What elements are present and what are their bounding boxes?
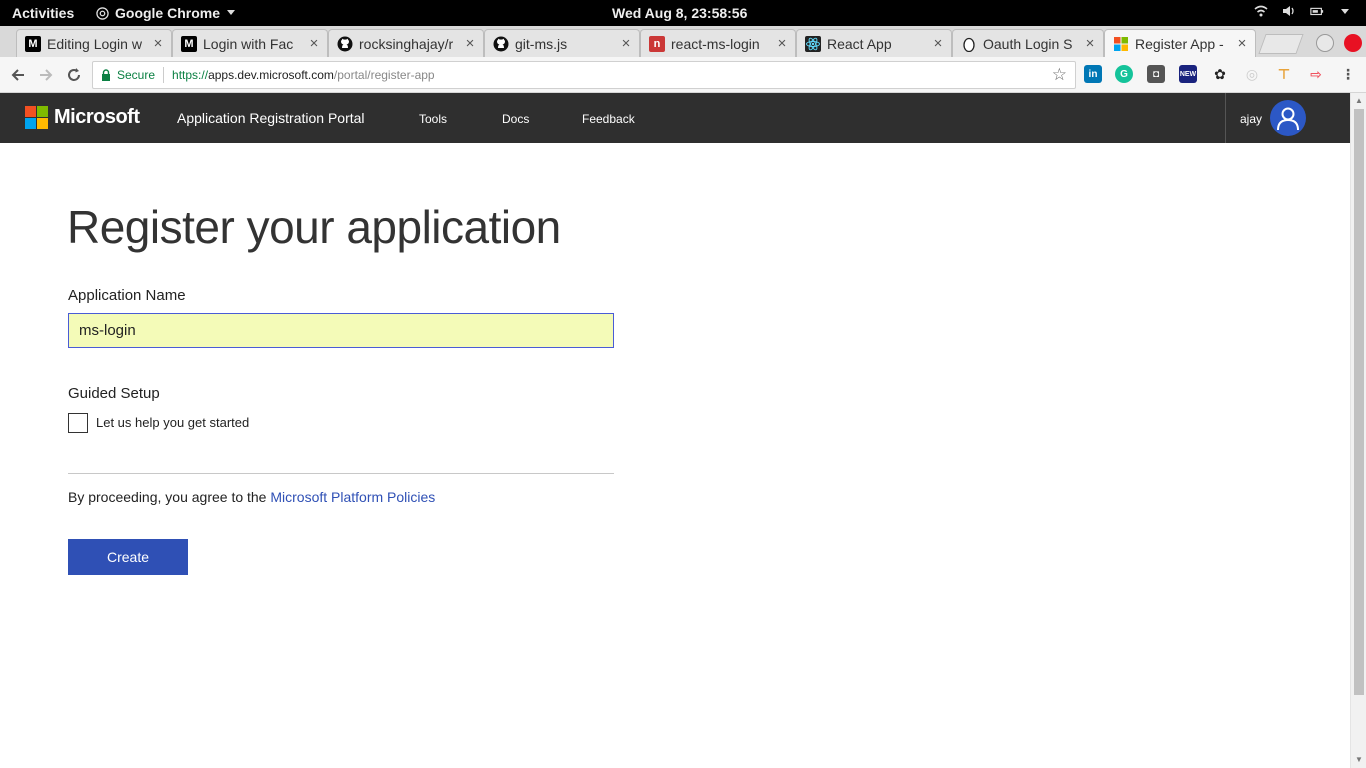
wifi-icon <box>1254 5 1268 17</box>
browser-tab[interactable]: Oauth Login S × <box>952 29 1104 57</box>
microsoft-logo-icon <box>25 106 48 129</box>
tab-title: Register App - <box>1135 35 1224 52</box>
tab-title: git-ms.js <box>515 35 568 52</box>
brand-name: Microsoft <box>54 106 140 128</box>
tab-title: rocksinghajay/r <box>359 35 454 52</box>
agreement-text: By proceeding, you agree to the Microsof… <box>68 489 435 505</box>
browser-tab[interactable]: rocksinghajay/r × <box>328 29 484 57</box>
secure-label: Secure <box>117 68 156 82</box>
scrollbar-thumb[interactable] <box>1354 109 1364 695</box>
linkedin-extension-icon[interactable]: in <box>1084 65 1102 83</box>
gnome-extension-icon[interactable]: ✿ <box>1211 65 1229 83</box>
bookmark-star-icon[interactable]: ☆ <box>1052 65 1067 85</box>
power-menu-caret-icon <box>1341 9 1349 14</box>
close-tab-icon[interactable]: × <box>307 35 321 52</box>
github-icon <box>493 36 509 52</box>
activities-button[interactable]: Activities <box>12 5 74 21</box>
portal-title-link[interactable]: Application Registration Portal <box>177 110 365 126</box>
close-tab-icon[interactable]: × <box>1083 35 1097 52</box>
secure-indicator[interactable]: Secure <box>101 68 155 82</box>
user-menu[interactable]: ajay <box>1225 93 1350 143</box>
react-icon <box>805 35 821 52</box>
medium-favicon-icon: M <box>181 35 197 52</box>
platform-policies-link[interactable]: Microsoft Platform Policies <box>270 489 435 505</box>
github-icon <box>337 36 353 52</box>
browser-tab[interactable]: M Login with Fac × <box>172 29 328 57</box>
avatar-user-icon <box>1270 100 1306 136</box>
browser-tab[interactable]: M Editing Login w × <box>16 29 172 57</box>
ms-header: Microsoft Application Registration Porta… <box>0 93 1350 143</box>
guided-setup-checkbox[interactable] <box>68 413 88 433</box>
user-name: ajay <box>1240 112 1263 126</box>
browser-tab[interactable]: React App × <box>796 29 952 57</box>
app-name-label: Application Name <box>68 287 186 304</box>
page-title: Register your application <box>67 201 561 253</box>
address-bar[interactable]: Secure https://apps.dev.microsoft.com/po… <box>92 61 1076 89</box>
app-name-input[interactable] <box>68 313 614 348</box>
url-scheme: https:// <box>172 68 209 82</box>
page-scrollbar[interactable]: ▲ ▼ <box>1350 93 1366 768</box>
caret-down-icon <box>227 10 236 15</box>
tab-title: Oauth Login S <box>983 35 1073 52</box>
app-menu-label: Google Chrome <box>115 5 221 21</box>
nav-docs[interactable]: Docs <box>502 112 529 126</box>
divider <box>68 473 614 474</box>
browser-tab[interactable]: git-ms.js × <box>484 29 640 57</box>
create-button[interactable]: Create <box>68 539 188 575</box>
scroll-down-icon[interactable]: ▼ <box>1355 755 1363 764</box>
browser-tab-active[interactable]: Register App - × <box>1104 29 1256 57</box>
browser-tab-strip: M Editing Login w × M Login with Fac × r… <box>0 26 1366 57</box>
microsoft-icon <box>1113 36 1129 52</box>
keep-extension-icon[interactable]: ◘ <box>1147 65 1165 83</box>
hammer-extension-icon[interactable]: ⊤ <box>1275 65 1293 83</box>
news-extension-icon[interactable]: NEW <box>1179 65 1197 83</box>
guided-setup-checkbox-label[interactable]: Let us help you get started <box>96 415 249 430</box>
medium-favicon-icon: M <box>25 35 41 52</box>
chrome-app-icon <box>96 6 109 20</box>
close-tab-icon[interactable]: × <box>775 35 789 52</box>
volume-icon <box>1283 6 1294 16</box>
window-menu-icon[interactable] <box>1316 34 1334 52</box>
app-menu[interactable]: Google Chrome <box>96 5 236 21</box>
page-content: Microsoft Application Registration Porta… <box>0 93 1350 768</box>
nav-feedback[interactable]: Feedback <box>582 112 635 126</box>
close-window-icon[interactable] <box>1344 34 1362 52</box>
close-tab-icon[interactable]: × <box>931 35 945 52</box>
forward-icon[interactable] <box>34 63 58 87</box>
close-tab-icon[interactable]: × <box>151 35 165 52</box>
system-tray[interactable] <box>1254 4 1352 18</box>
browser-menu-icon[interactable]: ⋮ <box>1339 65 1357 83</box>
url-path: /portal/register-app <box>333 68 435 82</box>
address-separator <box>163 67 165 83</box>
microsoft-logo[interactable]: Microsoft <box>25 106 140 129</box>
tab-title: Editing Login w <box>47 35 142 52</box>
agreement-prefix: By proceeding, you agree to the <box>68 489 271 505</box>
tab-title: Login with Fac <box>203 35 294 52</box>
guided-setup-label: Guided Setup <box>68 385 160 402</box>
close-tab-icon[interactable]: × <box>1235 35 1249 52</box>
send-extension-icon[interactable]: ⇨ <box>1307 65 1325 83</box>
system-top-bar: Activities Google Chrome Wed Aug 8, 23:5… <box>0 0 1366 26</box>
nav-tools[interactable]: Tools <box>419 112 447 126</box>
egg-icon <box>961 36 977 52</box>
npm-favicon-icon: n <box>649 35 665 52</box>
url-host: apps.dev.microsoft.com <box>208 68 334 82</box>
close-tab-icon[interactable]: × <box>619 35 633 52</box>
browser-tab[interactable]: n react-ms-login × <box>640 29 796 57</box>
browser-toolbar: Secure https://apps.dev.microsoft.com/po… <box>0 57 1366 93</box>
lock-icon <box>102 69 110 81</box>
tab-title: react-ms-login <box>671 35 760 52</box>
target-extension-icon[interactable]: ◎ <box>1243 65 1261 83</box>
new-tab-button[interactable] <box>1258 34 1304 54</box>
close-tab-icon[interactable]: × <box>463 35 477 52</box>
reload-icon[interactable] <box>62 63 86 87</box>
tab-title: React App <box>827 35 892 52</box>
scroll-up-icon[interactable]: ▲ <box>1355 96 1363 105</box>
battery-icon <box>1310 7 1324 16</box>
system-clock[interactable]: Wed Aug 8, 23:58:56 <box>612 5 747 21</box>
back-icon[interactable] <box>6 63 30 87</box>
grammarly-extension-icon[interactable]: G <box>1115 65 1133 83</box>
